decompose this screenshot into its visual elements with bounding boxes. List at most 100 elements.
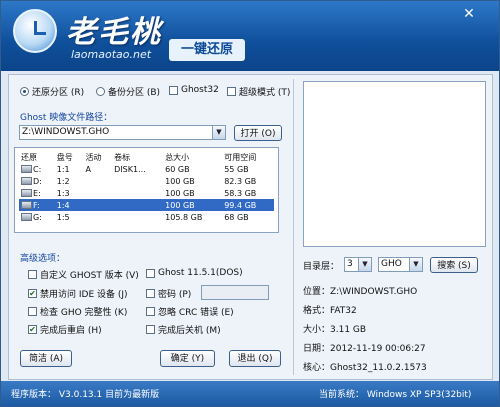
- expert-mode-checkbox[interactable]: 超级模式 (T): [227, 85, 290, 98]
- password-check: [146, 289, 155, 298]
- drive-letter: F:: [33, 200, 40, 210]
- active-cell: A: [85, 164, 91, 174]
- backup-radio[interactable]: 备份分区 (B): [96, 85, 160, 98]
- disable-ide-label: 禁用访问 IDE 设备 (J): [40, 290, 128, 300]
- chevron-down-icon[interactable]: ▼: [212, 126, 225, 139]
- extension-value: GHO: [381, 259, 402, 269]
- disk-cell: 1:3: [56, 188, 70, 198]
- extension-dropdown[interactable]: GHO ▼: [378, 257, 423, 272]
- restart-checkbox[interactable]: ✔ 完成后重启 (H): [28, 323, 102, 336]
- col-restore: 还原: [21, 152, 37, 162]
- location-text: 位置：Z:\WINDOWST.GHO: [303, 287, 418, 297]
- drive-icon: [21, 213, 32, 221]
- ghost-version-check: [146, 268, 155, 278]
- shutdown-checkbox[interactable]: 完成后关机 (M): [146, 323, 221, 336]
- active-cell: [83, 199, 113, 211]
- dir-level-value: 3: [347, 259, 353, 269]
- free-cell: 99.4 GB: [222, 199, 274, 211]
- ghost-version-checkbox[interactable]: Ghost 11.5.1(DOS): [146, 268, 243, 278]
- table-row[interactable]: G: 1:5 105.8 GB 68 GB: [19, 211, 274, 223]
- check-gho-check: [28, 307, 37, 316]
- disk-cell: 1:5: [56, 212, 70, 222]
- backup-radio-dot: [96, 87, 105, 96]
- label-cell: [112, 175, 163, 187]
- restore-radio[interactable]: 还原分区 (R): [20, 85, 84, 98]
- col-total: 总大小: [165, 152, 190, 162]
- core-text: 核心：Ghost32_11.0.2.1573: [303, 363, 427, 373]
- brand-logo-text: 老毛桃: [66, 15, 162, 50]
- table-row[interactable]: D: 1:2 100 GB 82.3 GB: [19, 175, 274, 187]
- check-icon: ✔: [28, 289, 37, 298]
- app-window: 老毛桃 laomaotao.net 一键还原 ✕ 还原分区 (R) 备份分区 (…: [0, 0, 500, 407]
- chevron-down-icon[interactable]: ▼: [409, 258, 422, 271]
- restore-label: 还原分区 (R): [32, 88, 85, 98]
- ignore-crc-check: [146, 307, 155, 316]
- ghost-version-label: Ghost 11.5.1(DOS): [158, 268, 243, 278]
- label-cell: [112, 187, 163, 199]
- shutdown-label: 完成后关机 (M): [158, 326, 221, 336]
- simple-button[interactable]: 简洁 (A): [20, 350, 72, 367]
- password-input[interactable]: [201, 285, 269, 300]
- table-row[interactable]: E: 1:3 100 GB 58.3 GB: [19, 187, 274, 199]
- clock-logo-icon: [13, 9, 57, 53]
- close-icon[interactable]: ✕: [459, 5, 479, 23]
- total-cell: 100 GB: [165, 188, 195, 198]
- col-disk: 盘号: [56, 152, 73, 162]
- drive-letter: E:: [33, 188, 41, 198]
- drive-cell: F:: [19, 199, 55, 211]
- open-button[interactable]: 打开 (O): [234, 125, 282, 141]
- disable-ide-checkbox[interactable]: ✔ 禁用访问 IDE 设备 (J): [28, 287, 128, 300]
- check-icon: ✔: [28, 325, 37, 334]
- brand-domain: laomaotao.net: [71, 48, 152, 61]
- ignore-crc-checkbox[interactable]: 忽略 CRC 错误 (E): [146, 305, 234, 318]
- password-label: 密码 (P): [158, 290, 192, 300]
- version-status: 程序版本： V3.0.13.1 目前为最新版: [11, 390, 160, 400]
- label-cell: DISK1...: [114, 164, 146, 174]
- drive-icon: [21, 189, 32, 197]
- check-gho-checkbox[interactable]: 检查 GHO 完整性 (K): [28, 305, 127, 318]
- drive-icon: [21, 177, 32, 185]
- image-path-label: Ghost 映像文件路径：: [20, 113, 113, 123]
- date-text: 日期：2012-11-19 00:06:27: [303, 344, 426, 354]
- drive-letter: C:: [33, 164, 42, 174]
- shutdown-check: [146, 325, 155, 334]
- ghost32-label: Ghost32: [181, 85, 219, 95]
- panel-divider: [293, 79, 294, 375]
- chevron-down-icon[interactable]: ▼: [358, 258, 371, 271]
- col-active: 活动: [85, 152, 102, 162]
- expert-mode-label: 超级模式 (T): [239, 88, 291, 98]
- system-status: 当前系统： Windows XP SP3(32bit): [319, 390, 472, 400]
- ghost32-check: [169, 85, 178, 95]
- col-label: 卷标: [114, 152, 131, 162]
- brand-tagline: 一键还原: [169, 39, 245, 61]
- ok-button[interactable]: 确定 (Y): [160, 350, 215, 367]
- title-banner: 老毛桃 laomaotao.net 一键还原 ✕: [1, 1, 499, 71]
- drive-letter: D:: [33, 176, 42, 186]
- preview-box: [303, 81, 486, 247]
- col-free: 可用空间: [224, 152, 257, 162]
- dir-level-dropdown[interactable]: 3 ▼: [344, 257, 372, 272]
- partition-table: 还原 盘号 活动 卷标 总大小 可用空间 C: 1:1 A DISK1... 6…: [19, 151, 274, 223]
- status-bar: 程序版本： V3.0.13.1 目前为最新版 当前系统： Windows XP …: [1, 381, 499, 406]
- drive-cell: G:: [19, 211, 55, 223]
- drive-cell: C:: [19, 163, 55, 175]
- table-row-selected[interactable]: F: 1:4 100 GB 99.4 GB: [19, 199, 274, 211]
- expert-mode-check: [227, 87, 236, 96]
- backup-label: 备份分区 (B): [108, 88, 161, 98]
- table-row[interactable]: C: 1:1 A DISK1... 60 GB 55 GB: [19, 163, 274, 175]
- free-cell: 82.3 GB: [224, 176, 257, 186]
- free-cell: 55 GB: [224, 164, 249, 174]
- check-gho-label: 检查 GHO 完整性 (K): [40, 308, 128, 318]
- exit-button[interactable]: 退出 (Q): [229, 350, 281, 367]
- image-path-dropdown[interactable]: Z:\WINDOWST.GHO ▼: [19, 125, 226, 140]
- search-button[interactable]: 搜索 (S): [430, 257, 478, 273]
- restore-radio-dot: [20, 87, 29, 96]
- free-cell: 58.3 GB: [224, 188, 257, 198]
- password-checkbox[interactable]: 密码 (P): [146, 287, 191, 300]
- drive-icon: [21, 201, 32, 209]
- ghost32-checkbox[interactable]: Ghost32: [169, 85, 219, 95]
- restart-label: 完成后重启 (H): [40, 326, 102, 336]
- image-path-value: Z:\WINDOWST.GHO: [22, 127, 110, 137]
- free-cell: 68 GB: [224, 212, 249, 222]
- custom-ghost-checkbox[interactable]: 自定义 GHOST 版本 (V): [28, 268, 139, 281]
